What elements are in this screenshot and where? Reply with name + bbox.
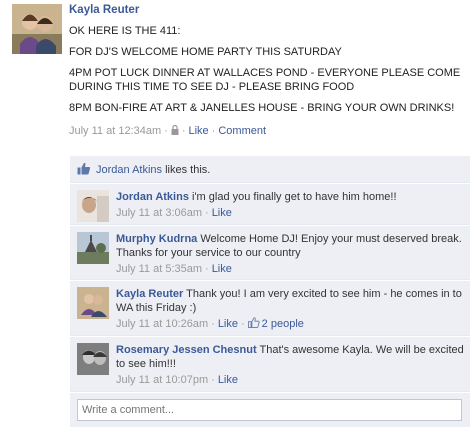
comment-meta: July 11 at 10:26am · Like · 2 people — [116, 317, 304, 330]
feedback-box: Jordan Atkins likes this. Jordan Atkins … — [70, 156, 470, 427]
post-paragraph: 8PM BON-FIRE AT ART & JANELLES HOUSE - B… — [69, 102, 455, 114]
post-message: OK HERE IS THE 411: FOR DJ'S WELCOME HOM… — [69, 24, 469, 115]
comment-like-link[interactable]: Like — [212, 263, 232, 275]
commenter-avatar[interactable] — [77, 190, 109, 222]
comment-author[interactable]: Kayla Reuter — [116, 288, 183, 300]
comment-author[interactable]: Rosemary Jessen Chesnut — [116, 344, 257, 356]
post-author-name[interactable]: Kayla Reuter — [69, 3, 469, 17]
like-link[interactable]: Like — [188, 125, 208, 137]
comment-timestamp[interactable]: July 11 at 3:06am — [116, 207, 202, 219]
liker-name[interactable]: Jordan Atkins — [96, 164, 162, 176]
comment-item: Kayla Reuter Thank you! I am very excite… — [70, 281, 470, 336]
commenter-avatar[interactable] — [77, 232, 109, 264]
post-paragraph: OK HERE IS THE 411: — [69, 25, 181, 37]
comment-meta: July 11 at 3:06am · Like — [116, 207, 232, 219]
post-timestamp[interactable]: July 11 at 12:34am — [69, 125, 161, 137]
comment-like-link[interactable]: Like — [218, 374, 238, 386]
comment-item: Rosemary Jessen Chesnut That's awesome K… — [70, 337, 470, 392]
comment-link[interactable]: Comment — [218, 125, 266, 137]
post-paragraph: FOR DJ'S WELCOME HOME PARTY THIS SATURDA… — [69, 46, 342, 58]
comment-item: Jordan Atkins i'm glad you finally get t… — [70, 184, 470, 225]
lock-icon[interactable] — [171, 124, 179, 139]
author-avatar[interactable] — [12, 4, 62, 54]
comment-author[interactable]: Jordan Atkins — [116, 191, 189, 203]
author-photo — [12, 4, 62, 54]
thumbs-up-icon — [247, 317, 260, 328]
likes-text: likes this. — [165, 164, 211, 176]
comment-likes-count[interactable]: 2 people — [247, 317, 304, 330]
commenter-avatar[interactable] — [77, 287, 109, 319]
write-comment-row — [70, 393, 470, 427]
comment-timestamp[interactable]: July 11 at 5:35am — [116, 263, 202, 275]
comment-like-link[interactable]: Like — [218, 318, 238, 330]
comment-author[interactable]: Murphy Kudrna — [116, 233, 197, 245]
write-comment-input[interactable] — [77, 399, 462, 421]
comment-timestamp[interactable]: July 11 at 10:07pm — [116, 374, 208, 386]
comment-timestamp[interactable]: July 11 at 10:26am — [116, 318, 208, 330]
comment-text: i'm glad you finally get to have him hom… — [192, 191, 397, 203]
comment-meta: July 11 at 5:35am · Like — [116, 263, 232, 275]
comment-item: Murphy Kudrna Welcome Home DJ! Enjoy you… — [70, 226, 470, 280]
thumbs-up-icon — [77, 162, 91, 175]
commenter-avatar[interactable] — [77, 343, 109, 375]
post-paragraph: 4PM POT LUCK DINNER AT WALLACES POND - E… — [69, 67, 461, 93]
comment-meta: July 11 at 10:07pm · Like — [116, 374, 238, 386]
likes-sentence: Jordan Atkins likes this. — [70, 156, 470, 183]
post-meta: July 11 at 12:34am · · Like · Comment — [69, 124, 267, 139]
comment-like-link[interactable]: Like — [212, 207, 232, 219]
